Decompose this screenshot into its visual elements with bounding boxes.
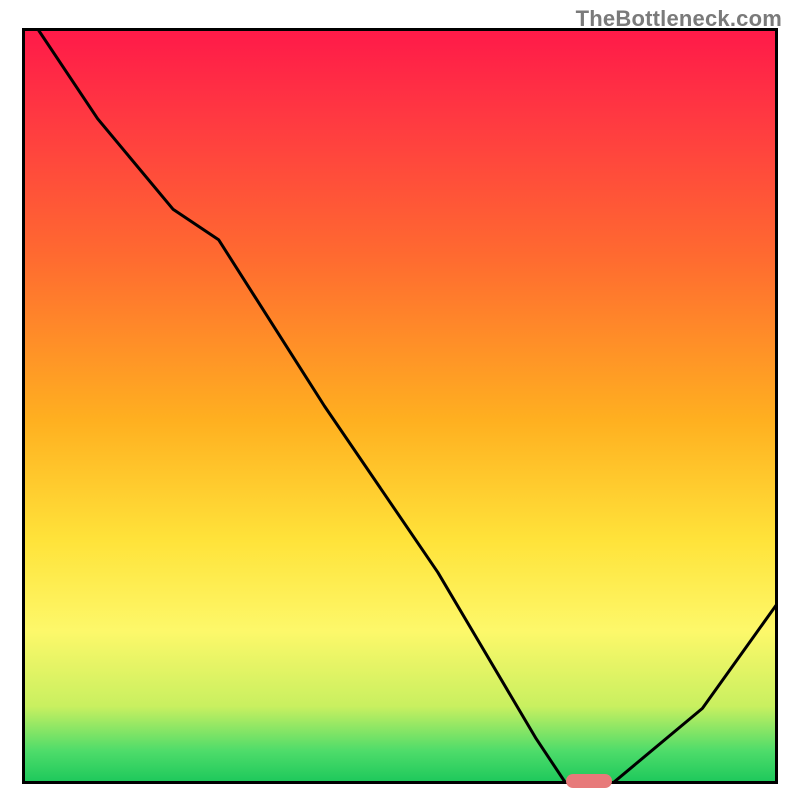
optimal-range-marker xyxy=(566,774,611,788)
chart-container: TheBottleneck.com xyxy=(0,0,800,800)
bottleneck-curve xyxy=(22,28,778,784)
